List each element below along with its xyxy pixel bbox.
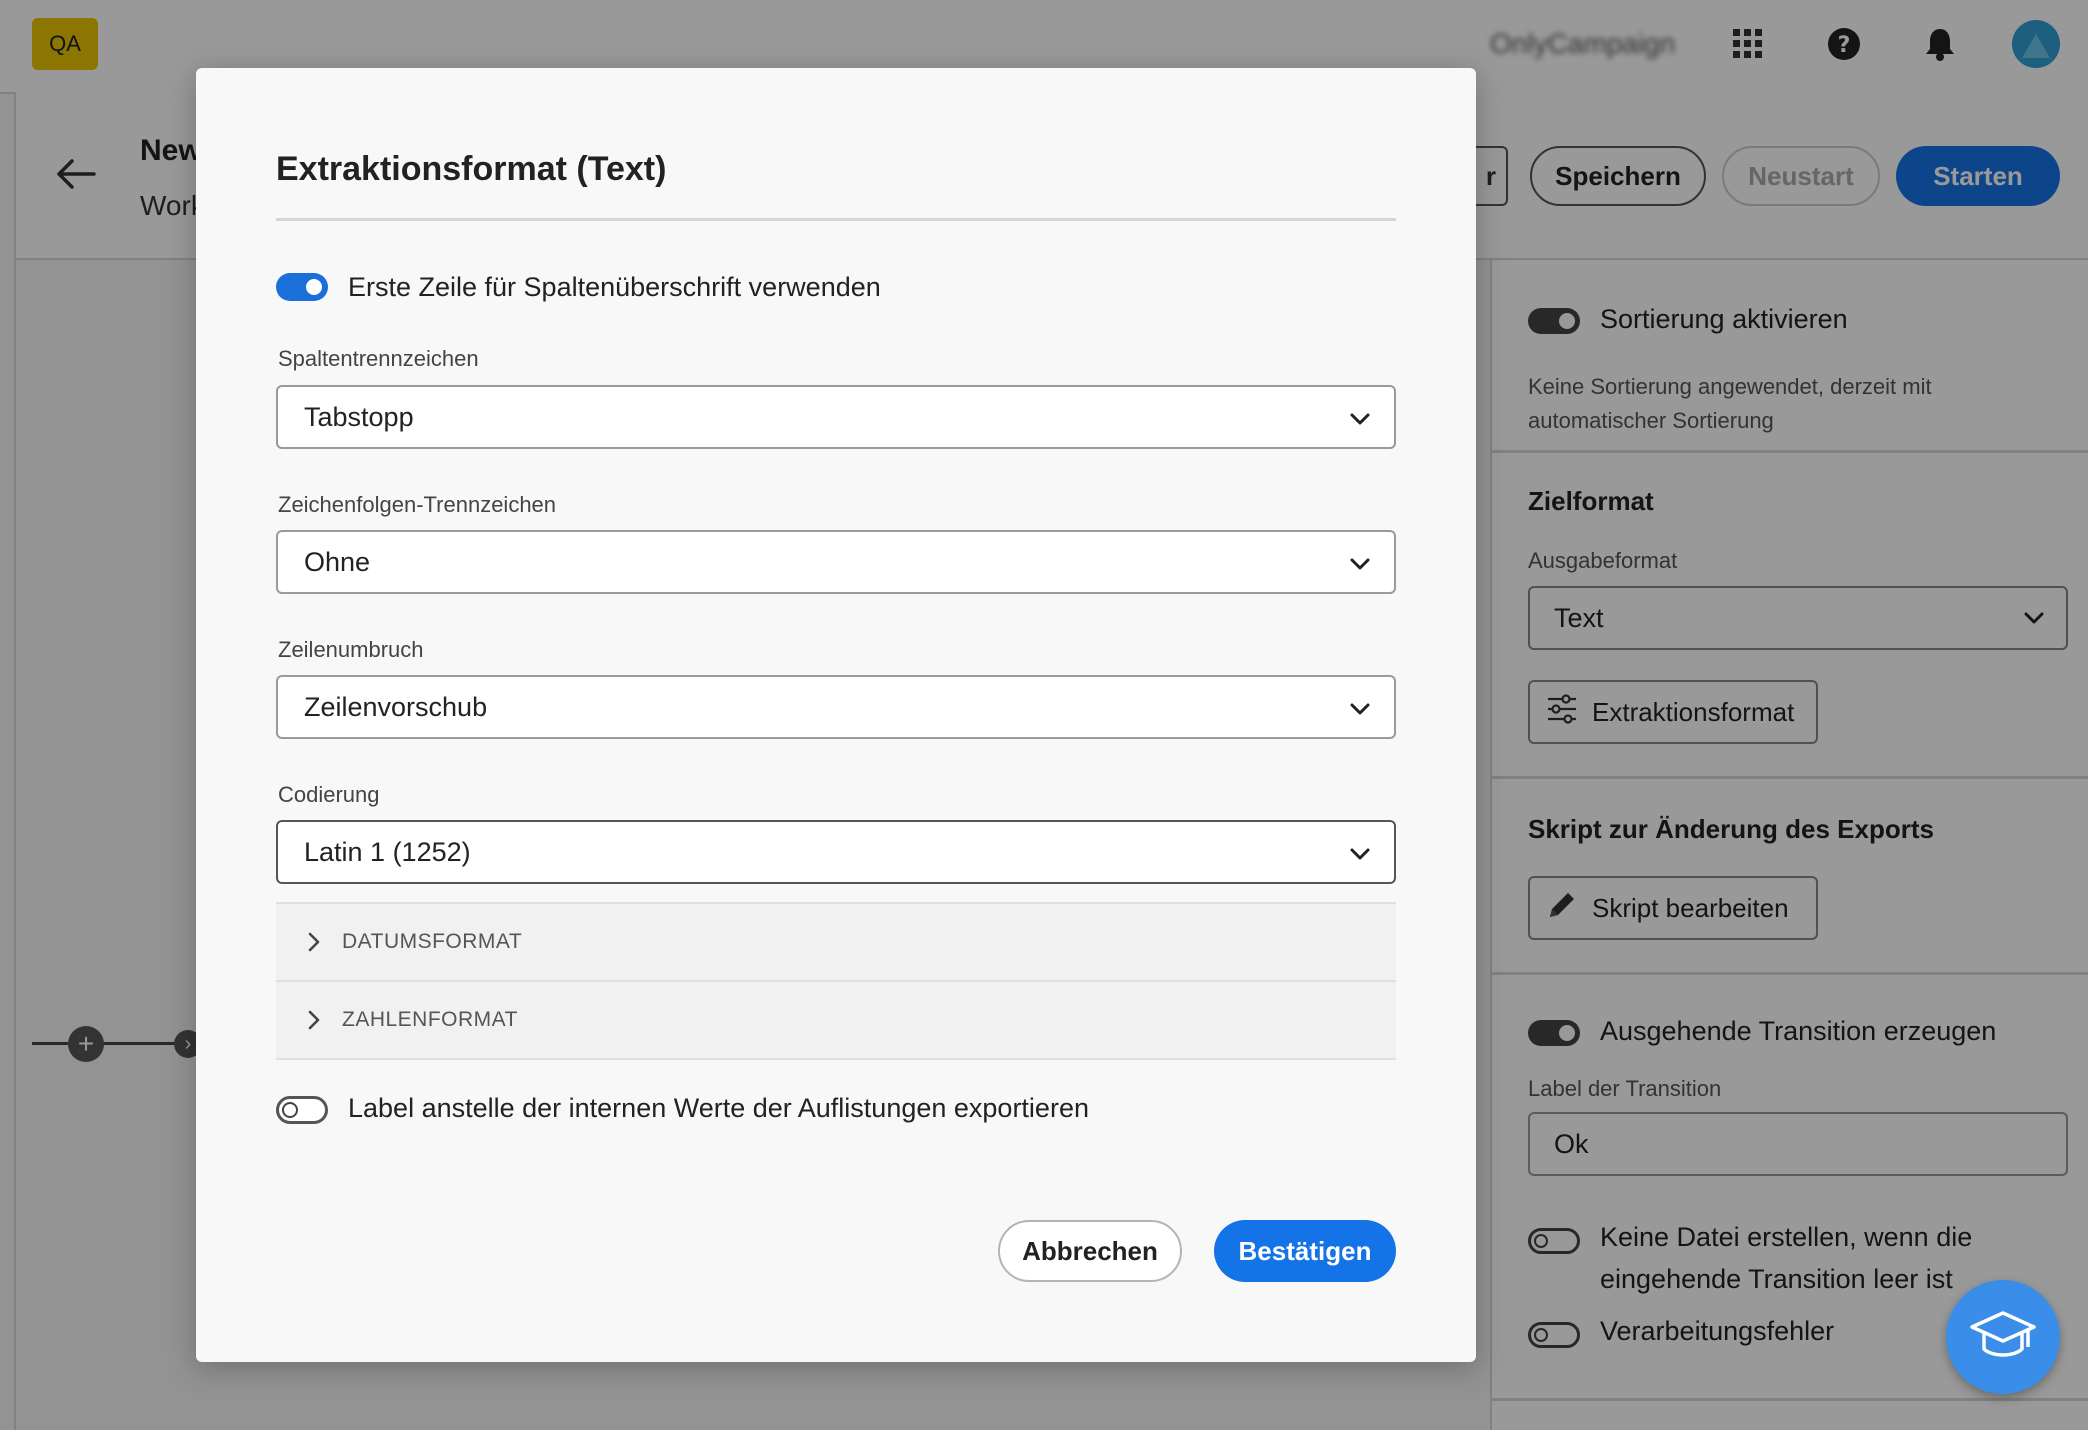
enum-label-toggle[interactable]: [276, 1096, 328, 1124]
number-format-accordion-label: ZAHLENFORMAT: [342, 1008, 518, 1031]
column-separator-value: Tabstopp: [304, 401, 414, 432]
encoding-select[interactable]: Latin 1 (1252): [276, 820, 1396, 884]
chevron-down-icon: [1348, 552, 1372, 583]
chevron-down-icon: [1348, 407, 1372, 438]
column-separator-label: Spaltentrennzeichen: [278, 346, 479, 371]
line-break-value: Zeilenvorschub: [304, 691, 488, 722]
confirm-button[interactable]: Bestätigen: [1214, 1220, 1396, 1282]
string-separator-label: Zeichenfolgen-Trennzeichen: [278, 492, 557, 517]
learning-button[interactable]: [1946, 1280, 2060, 1394]
chevron-down-icon: [1348, 697, 1372, 728]
chevron-down-icon: [1348, 842, 1372, 873]
string-separator-select[interactable]: Ohne: [276, 530, 1396, 594]
chevron-right-icon: [306, 931, 322, 953]
header-row-toggle-label: Erste Zeile für Spaltenüberschrift verwe…: [348, 272, 881, 302]
graduation-cap-icon: [1968, 1307, 2038, 1368]
enum-label-toggle-label: Label anstelle der internen Werte der Au…: [348, 1093, 1089, 1123]
extraction-format-dialog: Extraktionsformat (Text) Erste Zeile für…: [196, 68, 1476, 1362]
encoding-value: Latin 1 (1252): [304, 836, 471, 867]
cancel-button[interactable]: Abbrechen: [998, 1220, 1182, 1282]
line-break-select[interactable]: Zeilenvorschub: [276, 675, 1396, 739]
chevron-right-icon: [306, 1009, 322, 1031]
string-separator-value: Ohne: [304, 546, 371, 577]
app-background: QA OnlyCampaign ? New Work r Speichern N…: [0, 0, 2088, 1430]
line-break-label: Zeilenumbruch: [278, 637, 424, 662]
dialog-title-divider: [276, 218, 1396, 221]
date-format-accordion-label: DATUMSFORMAT: [342, 930, 523, 953]
number-format-accordion[interactable]: ZAHLENFORMAT: [276, 980, 1396, 1060]
date-format-accordion[interactable]: DATUMSFORMAT: [276, 902, 1396, 980]
dialog-title: Extraktionsformat (Text): [276, 150, 667, 188]
column-separator-select[interactable]: Tabstopp: [276, 385, 1396, 449]
header-row-toggle[interactable]: [276, 273, 328, 301]
encoding-label: Codierung: [278, 782, 380, 807]
